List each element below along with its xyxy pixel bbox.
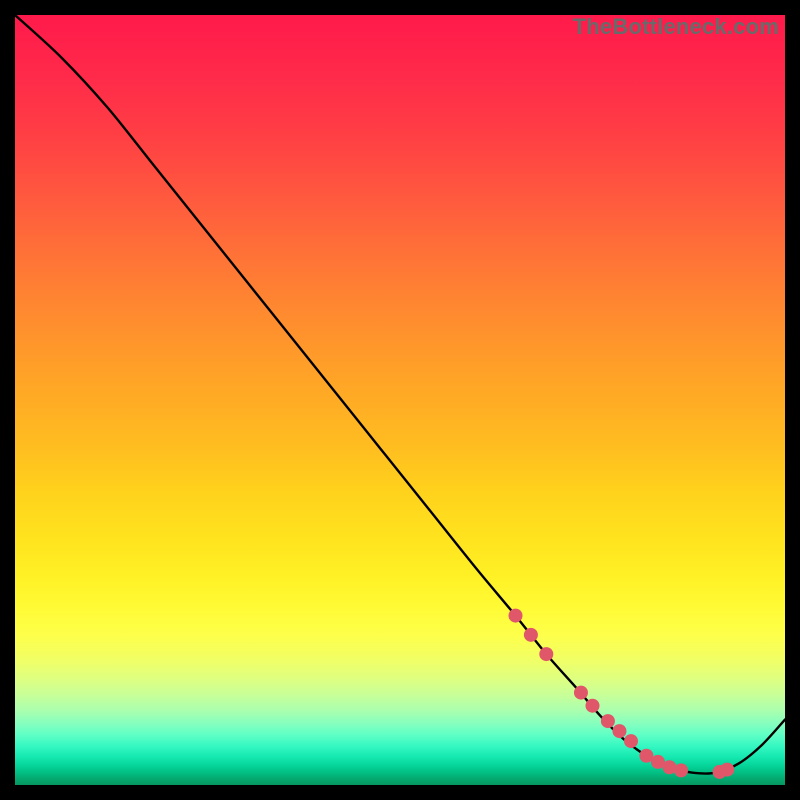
highlight-dot [524, 628, 538, 642]
bottleneck-curve-path [15, 15, 785, 774]
bottleneck-chart [15, 15, 785, 785]
highlight-dot [720, 763, 734, 777]
highlight-dot [624, 734, 638, 748]
highlight-dot [674, 763, 688, 777]
highlight-dot [612, 724, 626, 738]
highlight-dot [509, 609, 523, 623]
highlight-dot [574, 686, 588, 700]
highlight-dot [601, 714, 615, 728]
highlight-dots-group [509, 609, 735, 779]
highlight-dot [539, 647, 553, 661]
chart-frame: TheBottleneck.com [15, 15, 785, 785]
highlight-dot [586, 699, 600, 713]
